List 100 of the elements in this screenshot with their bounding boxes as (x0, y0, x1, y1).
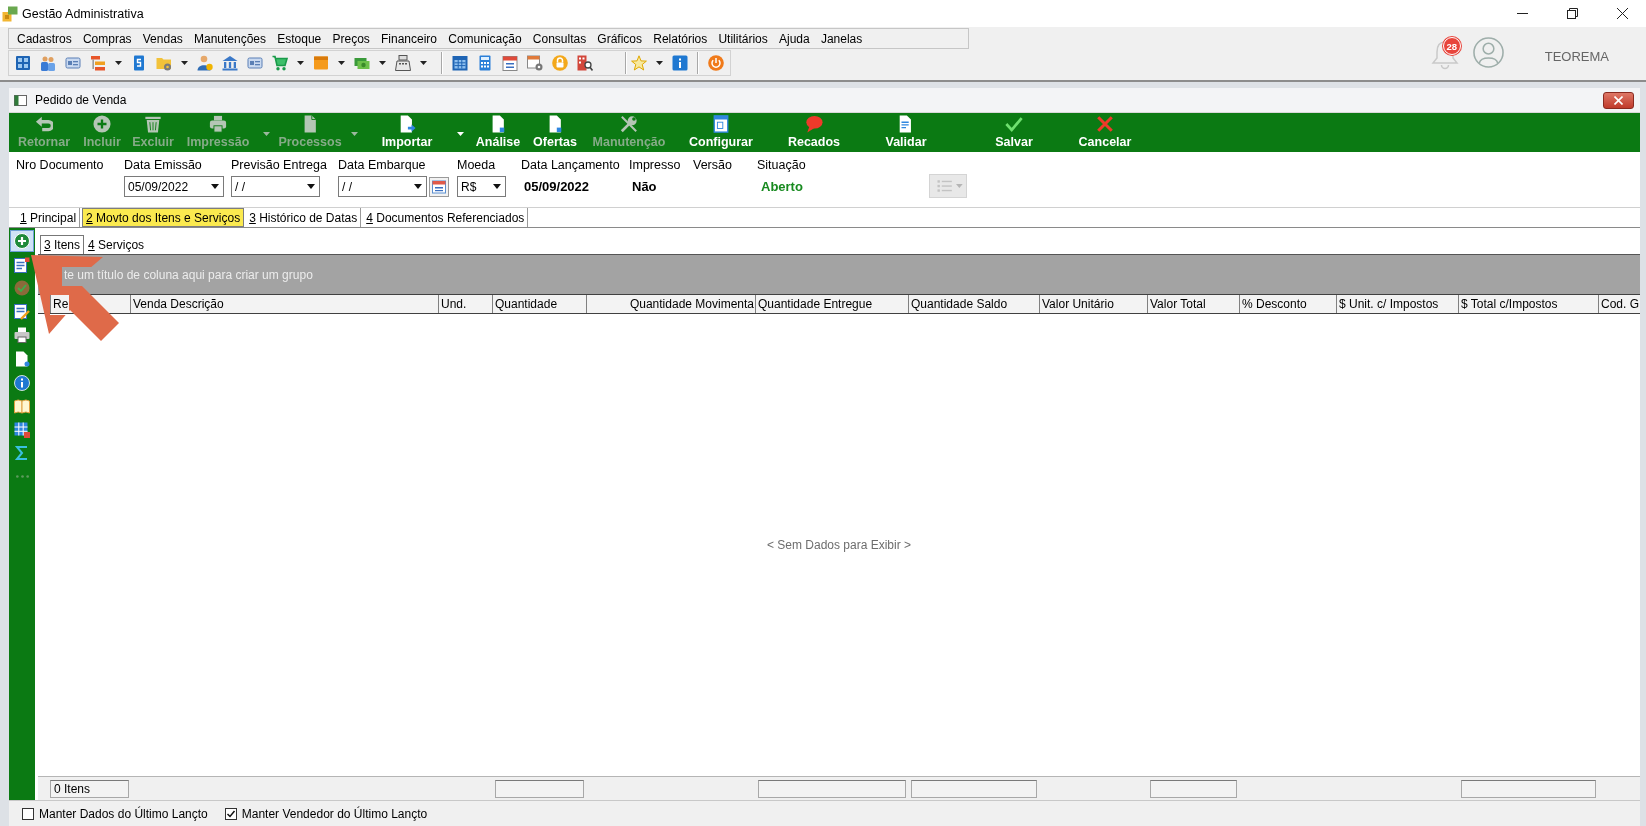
table-icon[interactable] (14, 421, 30, 438)
printer-icon[interactable] (14, 327, 30, 344)
book-icon[interactable] (14, 398, 30, 415)
calendar-gear-icon[interactable] (526, 55, 543, 71)
column-header[interactable]: % Desconto (1242, 296, 1307, 312)
checkbox[interactable] (22, 807, 34, 820)
checkbox-label: Manter Dados do Último Lançto (39, 806, 208, 821)
people-icon[interactable] (39, 55, 56, 71)
tab[interactable]: 1 Principal (17, 208, 81, 227)
caret-icon[interactable] (180, 61, 188, 65)
bank-icon[interactable] (221, 55, 238, 71)
tab[interactable]: 2 Movto dos Itens e Serviços (82, 208, 245, 227)
close-icon (1614, 95, 1623, 105)
close-button[interactable] (1603, 91, 1634, 109)
note-icon[interactable] (312, 55, 329, 71)
field-label: Situação (757, 157, 807, 174)
column-header[interactable]: Und. (441, 296, 467, 312)
tab[interactable]: 3 Histórico de Datas (246, 208, 362, 227)
menu-item[interactable]: Vendas (142, 31, 183, 46)
dropdown-field[interactable]: R$ (457, 176, 506, 197)
add-icon[interactable] (10, 230, 34, 252)
menu-item[interactable]: Utilitários (718, 31, 768, 46)
menu-item[interactable]: Estoque (277, 31, 322, 46)
document-arrow-icon (398, 115, 416, 133)
column-header[interactable]: Venda Descrição (133, 296, 224, 312)
column-header[interactable]: $ Total c/Impostos (1461, 296, 1558, 312)
power-icon[interactable] (707, 55, 724, 71)
menu-item[interactable]: Ajuda (779, 31, 810, 46)
menu-item[interactable]: Cadastros (17, 31, 72, 46)
dropdown-field[interactable]: / / (338, 176, 427, 197)
restore-icon[interactable] (1567, 8, 1578, 19)
tab[interactable]: 4 Serviços (84, 235, 149, 254)
money-icon[interactable] (353, 55, 370, 71)
menu-item[interactable]: Gráficos (597, 31, 643, 46)
column-header[interactable]: Valor Total (1150, 296, 1206, 312)
caret-icon[interactable] (337, 61, 345, 65)
calendar-icon[interactable] (501, 55, 518, 71)
cross-icon (1096, 115, 1114, 133)
menu-item[interactable]: Relatórios (653, 31, 708, 46)
caret-icon[interactable] (114, 61, 122, 65)
offers-button[interactable]: Ofertas (526, 113, 584, 152)
window-icon (14, 94, 27, 106)
status-value: Aberto (760, 179, 803, 194)
analysis-button[interactable]: Análise (470, 113, 526, 152)
calendar-grid-icon[interactable] (451, 55, 468, 71)
building-search-icon[interactable] (576, 55, 593, 71)
column-header[interactable]: $ Unit. c/ Impostos (1339, 296, 1439, 312)
edit-list-icon[interactable] (14, 303, 30, 320)
caret-icon[interactable] (655, 61, 663, 65)
column-header[interactable]: Quantidade Entregue (758, 296, 873, 312)
configure-button[interactable]: Configurar (674, 113, 768, 152)
messages-button[interactable]: Recados (768, 113, 860, 152)
field-label: Data Lançamento (521, 157, 621, 174)
menu-item[interactable]: Comunicação (448, 31, 522, 46)
grid-icon[interactable] (14, 55, 31, 71)
save-button[interactable]: Salvar (952, 113, 1076, 152)
close-icon[interactable] (1617, 8, 1628, 19)
caret-icon (493, 184, 501, 189)
tab[interactable]: 3 Itens (40, 235, 85, 254)
caret-icon[interactable] (378, 61, 386, 65)
check-circle-icon[interactable] (14, 280, 30, 297)
card-icon[interactable] (64, 55, 81, 71)
sigma-icon[interactable] (14, 445, 30, 462)
caret-icon[interactable] (419, 61, 427, 65)
cancel-button[interactable]: Cancelar (1076, 113, 1134, 152)
column-header[interactable]: Cod. G (1601, 296, 1639, 312)
field-label: Moeda (457, 157, 497, 174)
menu-item[interactable]: Compras (82, 31, 132, 46)
star-icon[interactable] (630, 55, 647, 71)
tab[interactable]: 4 Documentos Referenciados (363, 208, 529, 227)
menu-item[interactable]: Manutenções (194, 31, 267, 46)
column-header[interactable]: Valor Unitário (1042, 296, 1114, 312)
cash-register-icon[interactable] (394, 55, 411, 71)
import-button[interactable]: Importar (364, 113, 450, 152)
column-header[interactable]: Re (53, 296, 69, 312)
info-icon[interactable] (14, 374, 30, 391)
menu-item[interactable]: Consultas (532, 31, 587, 46)
menu-item[interactable]: Financeiro (381, 31, 438, 46)
calendar-icon[interactable] (429, 176, 449, 197)
menu-item[interactable]: Janelas (820, 31, 863, 46)
field-label: Data Embarque (338, 157, 427, 174)
caret-icon (414, 184, 422, 189)
checkbox[interactable] (224, 807, 237, 820)
column-header[interactable]: Quantidade Movimenta (629, 296, 754, 312)
document-icon[interactable] (14, 350, 30, 367)
validate-button[interactable]: Validar (860, 113, 952, 152)
folder-icon[interactable] (155, 55, 172, 71)
dropdown-field[interactable]: 05/09/2022 (124, 176, 224, 197)
menu-item[interactable]: Preços (332, 31, 370, 46)
hierarchy-icon[interactable] (89, 55, 106, 71)
cart-icon[interactable] (271, 55, 288, 71)
person-coin-icon[interactable] (196, 55, 213, 71)
dropdown-field[interactable]: / / (231, 176, 320, 197)
notification-badge: 28 (1442, 37, 1461, 55)
info-icon[interactable] (671, 55, 688, 71)
caret-icon[interactable] (296, 61, 304, 65)
card-icon[interactable] (246, 55, 263, 71)
column-header[interactable]: Quantidade Saldo (911, 296, 1008, 312)
list-icon[interactable] (14, 256, 30, 273)
column-header[interactable]: Quantidade (495, 296, 558, 312)
